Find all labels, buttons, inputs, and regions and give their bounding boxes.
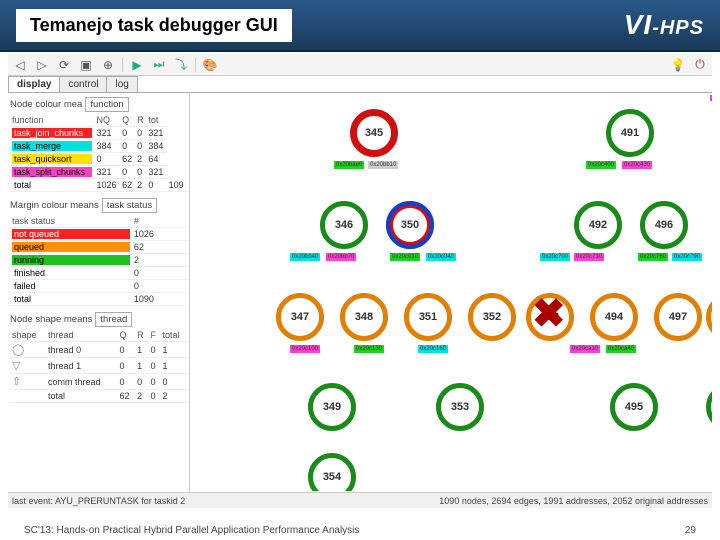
step-over-icon[interactable]: ⤵	[173, 57, 189, 73]
task-node-495[interactable]: 495	[610, 383, 658, 431]
table-header: functionNQQRtot	[10, 114, 187, 127]
address-label: 0x20c730	[574, 253, 604, 261]
node-colour-table: functionNQQRtot task_join_chunks32100321…	[10, 114, 187, 192]
exit-icon[interactable]: ⏻	[692, 57, 708, 73]
palette-icon[interactable]: 🎨	[202, 57, 218, 73]
address-label: 0x20c700	[540, 253, 570, 261]
address-label: 0x20c040	[426, 253, 456, 261]
table-header: shapethreadQRFtotal	[10, 329, 187, 342]
bulb-icon[interactable]: 💡	[670, 57, 686, 73]
address-label: 0x20bb70	[326, 253, 356, 261]
address-label: 0x20bae0	[334, 161, 364, 169]
table-row: not queued1026	[10, 228, 187, 241]
margin-colour-label: Margin colour means task status	[10, 198, 187, 213]
table-row: running2	[10, 254, 187, 267]
separator	[122, 58, 123, 72]
play-icon[interactable]: ▶	[129, 57, 145, 73]
task-node-353[interactable]: 353	[436, 383, 484, 431]
task-node-347[interactable]: 347	[276, 293, 324, 341]
address-label: 0x20ca40	[606, 345, 636, 353]
task-node-493[interactable]: 493	[526, 293, 574, 341]
sidebar: Node colour mea function functionNQQRtot…	[8, 93, 190, 491]
status-right: 1090 nodes, 2694 edges, 1991 addresses, …	[439, 496, 708, 506]
node-shape-select[interactable]: thread	[95, 312, 132, 327]
graph-canvas[interactable]: 0x20bad20 0x20bac50 34534635034734835135…	[190, 93, 712, 491]
task-node-349[interactable]: 349	[308, 383, 356, 431]
table-row: total10266220109	[10, 179, 187, 192]
task-node-49[interactable]: 49	[706, 383, 712, 431]
task-node-354[interactable]: 354	[308, 453, 356, 491]
node-shape-table: shapethreadQRFtotal ◯thread 00101▽thread…	[10, 329, 187, 403]
tab-log[interactable]: log	[106, 76, 137, 92]
margin-colour-table: task status# not queued1026queued62runni…	[10, 215, 187, 306]
table-row: finished0	[10, 267, 187, 280]
go-fwd-icon[interactable]: ▷	[34, 57, 50, 73]
app-window: ◁ ▷ ⟳ ▣ ⊕ ▶ ⏭ ⤵ 🎨 💡 ⏻ display control lo…	[8, 54, 712, 508]
table-row: task_split_chunks32100321	[10, 166, 187, 179]
table-row: total62202	[10, 390, 187, 403]
main-row: Node colour mea function functionNQQRtot…	[8, 93, 712, 491]
table-row: task_quicksort062264	[10, 153, 187, 166]
node-shape-label: Node shape means thread	[10, 312, 187, 327]
task-node-346[interactable]: 346	[320, 201, 368, 249]
address-label: 0x20bb10	[368, 161, 398, 169]
margin-colour-select[interactable]: task status	[102, 198, 157, 213]
logo: VI-HPS	[624, 9, 704, 41]
node-colour-select[interactable]: function	[85, 97, 128, 112]
task-node-350[interactable]: 350	[386, 201, 434, 249]
address-label: 0x20c430	[622, 161, 652, 169]
table-row: task_join_chunks32100321	[10, 127, 187, 140]
task-node-491[interactable]: 491	[606, 109, 654, 157]
refresh-icon[interactable]: ⟳	[56, 57, 72, 73]
address-label: 0x20c100	[290, 345, 320, 353]
table-row: ⇧comm thread0000	[10, 374, 187, 390]
task-node-492[interactable]: 492	[574, 201, 622, 249]
task-node-352[interactable]: 352	[468, 293, 516, 341]
footer-text: SC'13: Hands-on Practical Hybrid Paralle…	[24, 525, 359, 536]
statusbar: last event: AYU_PRERUNTASK for taskid 2 …	[8, 492, 712, 508]
address-label: 0x20c010	[390, 253, 420, 261]
table-row: total1090	[10, 293, 187, 306]
sidebar-tabs: display control log	[8, 76, 712, 93]
table-header: task status#	[10, 215, 187, 228]
tab-display[interactable]: display	[8, 76, 60, 92]
table-row: failed0	[10, 280, 187, 293]
step-icon[interactable]: ⏭	[151, 57, 167, 73]
node-colour-label: Node colour mea function	[10, 97, 187, 112]
address-label: 0x20ca10	[570, 345, 600, 353]
status-left: last event: AYU_PRERUNTASK for taskid 2	[12, 496, 185, 506]
table-row: task_merge38400384	[10, 140, 187, 153]
address-label: 0x20bb40	[290, 253, 320, 261]
address-label: 0x20c130	[354, 345, 384, 353]
task-node-497[interactable]: 497	[654, 293, 702, 341]
address-label: 0x20c160	[418, 345, 448, 353]
address-label: 0x20c400	[586, 161, 616, 169]
address-label: 0x20c760	[638, 253, 668, 261]
task-node-494[interactable]: 494	[590, 293, 638, 341]
zoom-fit-icon[interactable]: ▣	[78, 57, 94, 73]
task-node-351[interactable]: 351	[404, 293, 452, 341]
table-row: queued62	[10, 241, 187, 254]
slide-header: Temanejo task debugger GUI VI-HPS	[0, 0, 720, 52]
tab-control[interactable]: control	[59, 76, 107, 92]
zoom-in-icon[interactable]: ⊕	[100, 57, 116, 73]
task-node-348[interactable]: 348	[340, 293, 388, 341]
table-row: ◯thread 00101	[10, 342, 187, 358]
table-row: ▽thread 10101	[10, 358, 187, 374]
slide-title: Temanejo task debugger GUI	[16, 9, 292, 42]
page-number: 29	[685, 525, 696, 536]
separator	[195, 58, 196, 72]
task-node-496[interactable]: 496	[640, 201, 688, 249]
task-node-345[interactable]: 345	[350, 109, 398, 157]
go-back-icon[interactable]: ◁	[12, 57, 28, 73]
address-label: 0x20c790	[672, 253, 702, 261]
task-node-49[interactable]: 49	[706, 293, 712, 341]
slide-footer: SC'13: Hands-on Practical Hybrid Paralle…	[0, 525, 720, 536]
toolbar: ◁ ▷ ⟳ ▣ ⊕ ▶ ⏭ ⤵ 🎨 💡 ⏻	[8, 54, 712, 76]
